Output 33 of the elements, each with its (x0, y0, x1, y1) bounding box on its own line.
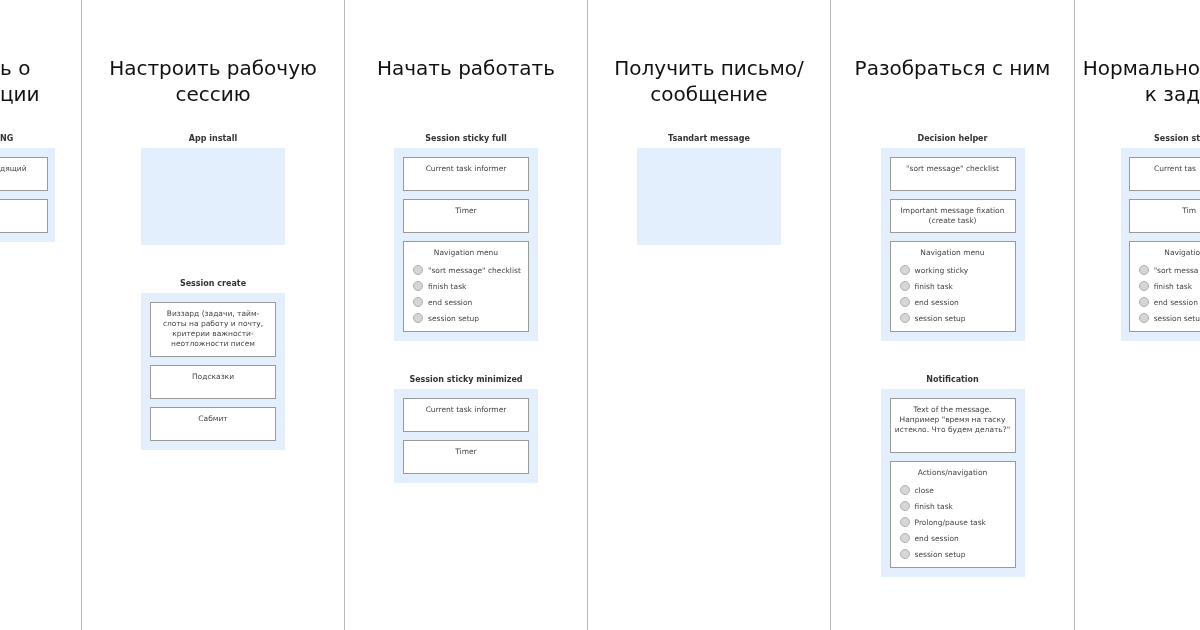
radio-button[interactable] (413, 281, 423, 291)
radio-button[interactable] (1138, 313, 1149, 323)
radio-button[interactable] (1138, 297, 1149, 307)
section-label: Session sticky minimized (409, 375, 523, 384)
radio-button[interactable] (1138, 281, 1149, 291)
radio-button[interactable] (899, 265, 910, 275)
column-title: Начать работать (377, 55, 555, 82)
column-title: ь о ции (0, 55, 40, 107)
column-title: Разобраться с ним (854, 55, 1051, 82)
section-label: Session st (1154, 134, 1200, 143)
radio-button[interactable] (899, 549, 910, 559)
radio-button[interactable] (413, 265, 423, 275)
section-label: App install (188, 134, 238, 143)
column-title: Получить письмо/ сообщение (614, 55, 804, 107)
content-box (0, 199, 48, 233)
section-label: Session create (179, 279, 247, 288)
radio-button[interactable] (899, 501, 910, 511)
radio-button[interactable] (899, 281, 910, 291)
section-label: NG (0, 134, 14, 143)
section-label: Tsandart message (668, 134, 750, 143)
radio-button[interactable] (1138, 265, 1149, 275)
radio-button[interactable] (899, 517, 910, 527)
column-title: Нормально к зад (1082, 55, 1200, 107)
section-label: Notification (926, 375, 979, 384)
radio-button[interactable] (899, 485, 910, 495)
radio-button[interactable] (413, 313, 423, 323)
column-title: Настроить рабочую сессию (109, 55, 317, 107)
radio-button[interactable] (899, 297, 910, 307)
radio-button[interactable] (899, 533, 910, 543)
radio-button[interactable] (899, 313, 910, 323)
section-label: Session sticky full (425, 134, 507, 143)
section-label: Decision helper (917, 134, 988, 143)
radio-button[interactable] (413, 297, 423, 307)
